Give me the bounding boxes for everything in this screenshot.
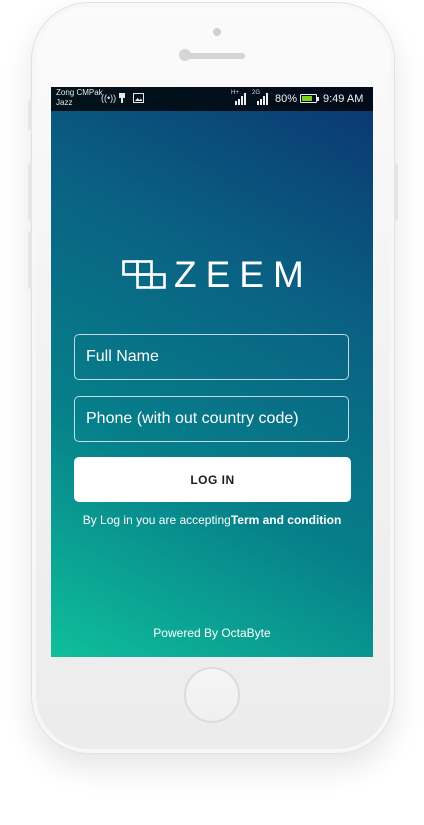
full-name-input[interactable]: [74, 334, 349, 380]
sensor-dot: [213, 28, 221, 36]
carrier-primary: Zong CMPak: [56, 88, 103, 97]
terms-notice: By Log in you are acceptingTerm and cond…: [51, 513, 373, 527]
status-time: 9:49 AM: [323, 93, 364, 105]
logo-text: ZEEM: [174, 254, 313, 295]
signal-icon: [234, 93, 248, 105]
signal-icon: [256, 93, 270, 105]
carrier-secondary: Jazz: [56, 98, 73, 107]
battery-percent: 80%: [275, 93, 298, 105]
battery-icon: [300, 94, 319, 103]
usb-icon: [118, 93, 126, 105]
login-button[interactable]: LOG IN: [74, 457, 351, 502]
login-screen: Zong CMPak Jazz ((•)) H+ 2G 80% 9:49 AM: [51, 87, 373, 657]
powered-by: Powered By OctaByte: [153, 626, 271, 640]
phone-input[interactable]: [74, 396, 349, 442]
home-button[interactable]: [184, 667, 240, 723]
power-button: [394, 163, 398, 221]
hotspot-icon: ((•)): [101, 93, 117, 103]
volume-down-button: [28, 231, 32, 289]
carrier-info: Zong CMPak Jazz: [56, 88, 103, 108]
mute-switch: [28, 100, 32, 130]
app-logo: ZEEM: [122, 255, 307, 295]
terms-prefix: By Log in you are accepting: [82, 513, 231, 527]
image-icon: [133, 93, 144, 105]
status-bar: Zong CMPak Jazz ((•)) H+ 2G 80% 9:49 AM: [51, 87, 373, 111]
volume-up-button: [28, 163, 32, 221]
earpiece-speaker: [187, 53, 245, 59]
terms-link[interactable]: Term and condition: [231, 513, 341, 527]
logo-mark-icon: [122, 260, 166, 289]
battery-fill: [302, 96, 313, 101]
